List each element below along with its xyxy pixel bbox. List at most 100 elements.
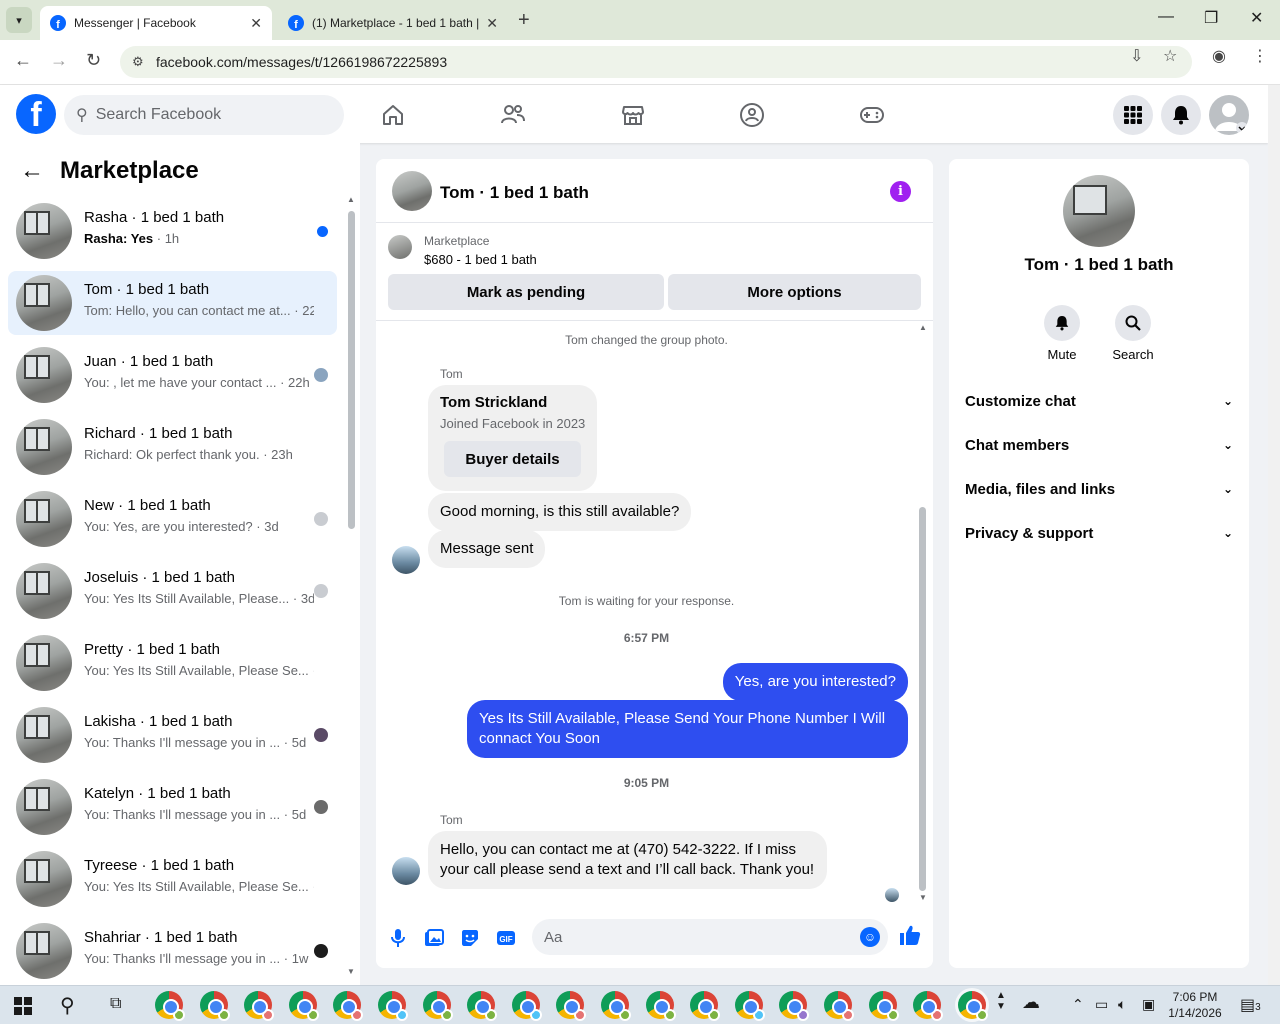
volume-icon[interactable]: 🔈︎ (1118, 996, 1126, 1013)
back-icon[interactable]: ← (14, 50, 32, 71)
sender-avatar[interactable] (392, 857, 420, 885)
mute-button[interactable]: Mute (1032, 305, 1092, 362)
tab-messenger[interactable]: f Messenger | Facebook ✕ (40, 6, 272, 40)
reload-icon[interactable]: ↻ (86, 50, 101, 71)
chrome-taskbar-icon[interactable] (824, 991, 854, 1021)
conversation-item[interactable]: Richard · 1 bed 1 bath Richard: Ok perfec… (8, 415, 337, 479)
scroll-thumb[interactable] (348, 211, 355, 529)
menu-grid-icon[interactable] (1113, 95, 1153, 135)
windows-start-icon[interactable] (14, 997, 32, 1015)
chrome-taskbar-icon[interactable] (378, 991, 408, 1021)
chrome-taskbar-icon[interactable] (511, 991, 542, 1021)
message-input[interactable]: Aa (532, 919, 888, 955)
address-bar[interactable]: ⚙ facebook.com/messages/t/12661986722258… (120, 46, 1192, 78)
chrome-taskbar-icon[interactable] (244, 991, 275, 1021)
chrome-taskbar-icon[interactable] (957, 991, 988, 1021)
listing-avatar[interactable] (392, 171, 432, 211)
chrome-taskbar-icon[interactable] (155, 991, 185, 1021)
scroll-up-arrow-icon[interactable]: ▲ (919, 323, 927, 332)
account-avatar[interactable] (1209, 95, 1249, 135)
conversation-item[interactable]: New · 1 bed 1 bath You: Yes, are you inte… (8, 487, 337, 551)
notification-center-icon[interactable]: ▤3 (1240, 995, 1261, 1015)
conversation-item[interactable]: Tom · 1 bed 1 bath Tom: Hello, you can co… (8, 271, 337, 335)
emoji-icon[interactable]: ☺ (860, 927, 880, 947)
profile-icon[interactable]: ◉ (1212, 46, 1226, 66)
page-scrollbar[interactable] (1268, 85, 1280, 985)
scroll-up-arrow-icon[interactable]: ▲ (347, 195, 355, 204)
thumbs-up-icon[interactable] (899, 924, 921, 952)
tray-expand-icon[interactable]: ⌃ (1072, 996, 1084, 1013)
scroll-thumb[interactable] (919, 507, 926, 891)
gif-icon[interactable]: GIF (496, 928, 516, 948)
home-icon[interactable] (379, 101, 407, 129)
chrome-taskbar-icon[interactable] (333, 991, 364, 1021)
chrome-taskbar-icon[interactable] (199, 991, 230, 1021)
chrome-taskbar-icon[interactable] (601, 991, 631, 1021)
conversation-item[interactable]: Joseluis · 1 bed 1 bath You: Yes Its Stil… (8, 559, 337, 623)
chrome-taskbar-icon[interactable] (288, 991, 319, 1021)
close-window-icon[interactable]: ✕ (1250, 8, 1263, 28)
taskbar-overflow-icon[interactable]: ▲ ▼ (996, 990, 1006, 1012)
conversation-item[interactable]: Rasha · 1 bed 1 bath Rasha: Yes · 1h (8, 199, 337, 263)
chrome-taskbar-icon[interactable] (467, 991, 498, 1021)
listing-avatar-large[interactable] (1063, 175, 1135, 247)
tab-search-button[interactable]: ▾ (6, 7, 32, 33)
tab-close-icon[interactable]: ✕ (250, 15, 262, 32)
back-arrow-icon[interactable]: ← (20, 157, 44, 185)
friends-icon[interactable] (499, 101, 527, 129)
listing-price[interactable]: $680 - 1 bed 1 bath (424, 252, 537, 267)
notifications-bell-icon[interactable] (1161, 95, 1201, 135)
restore-icon[interactable]: ❐ (1204, 8, 1218, 28)
scroll-down-arrow-icon[interactable]: ▼ (919, 893, 927, 902)
forward-icon[interactable]: → (50, 50, 68, 71)
browser-menu-icon[interactable]: ⋮ (1252, 46, 1268, 66)
sticker-icon[interactable] (460, 928, 480, 948)
device-icon[interactable]: ▭ (1095, 996, 1108, 1013)
privacy-support-section[interactable]: Privacy & support ⌄ (965, 521, 1233, 545)
conversation-item[interactable]: Shahriar · 1 bed 1 bath You: Thanks I'll … (8, 919, 337, 983)
marketplace-icon[interactable] (619, 101, 647, 129)
facebook-search-input[interactable]: ⚲ Search Facebook (64, 95, 344, 135)
chrome-taskbar-icon[interactable] (645, 991, 676, 1021)
taskbar-search-icon[interactable]: ⚲ (60, 993, 75, 1018)
customize-chat-section[interactable]: Customize chat ⌄ (965, 389, 1233, 413)
scroll-down-arrow-icon[interactable]: ▼ (347, 967, 355, 976)
chrome-taskbar-icon[interactable] (868, 991, 899, 1021)
media-files-links-section[interactable]: Media, files and links ⌄ (965, 477, 1233, 501)
install-app-icon[interactable]: ⇩ (1130, 46, 1143, 66)
sender-avatar[interactable] (392, 546, 420, 574)
search-in-chat-button[interactable]: Search (1103, 305, 1163, 362)
chat-list-scrollbar[interactable]: ▲ ▼ (346, 195, 356, 976)
bookmark-star-icon[interactable]: ☆ (1163, 46, 1177, 66)
more-options-button[interactable]: More options (668, 274, 921, 310)
tab-close-icon[interactable]: ✕ (486, 15, 498, 32)
chat-members-section[interactable]: Chat members ⌄ (965, 433, 1233, 457)
tab-marketplace[interactable]: f (1) Marketplace - 1 bed 1 bath | ✕ (278, 6, 508, 40)
groups-icon[interactable] (738, 101, 766, 129)
conversation-item[interactable]: Lakisha · 1 bed 1 bath You: Thanks I'll m… (8, 703, 337, 767)
chrome-taskbar-icon[interactable] (779, 991, 810, 1021)
conversation-item[interactable]: Tyreese · 1 bed 1 bath You: Yes Its Still… (8, 847, 337, 911)
gaming-icon[interactable] (858, 101, 886, 129)
facebook-logo-icon[interactable]: f (16, 94, 56, 134)
site-info-icon[interactable]: ⚙ (132, 54, 144, 70)
conversation-item[interactable]: Pretty · 1 bed 1 bath You: Yes Its Still … (8, 631, 337, 695)
task-view-icon[interactable]: ⧉ (110, 995, 121, 1013)
conversation-item[interactable]: Juan · 1 bed 1 bath You: , let me have yo… (8, 343, 337, 407)
chrome-taskbar-icon[interactable] (556, 991, 587, 1021)
chrome-taskbar-icon[interactable] (734, 991, 765, 1021)
chrome-taskbar-icon[interactable] (690, 991, 721, 1021)
minimize-icon[interactable]: — (1158, 8, 1174, 26)
message-scrollbar[interactable]: ▲ ▼ (916, 323, 928, 903)
weather-icon[interactable]: ☁ (1022, 992, 1040, 1013)
chrome-taskbar-icon[interactable] (422, 991, 453, 1021)
listing-thumbnail[interactable] (388, 235, 412, 259)
new-tab-icon[interactable]: + (518, 9, 530, 32)
mark-as-pending-button[interactable]: Mark as pending (388, 274, 664, 310)
conversation-item[interactable]: Katelyn · 1 bed 1 bath You: Thanks I'll m… (8, 775, 337, 839)
conversation-title[interactable]: Tom · 1 bed 1 bath (440, 183, 589, 203)
network-icon[interactable]: ▣ (1142, 996, 1155, 1013)
chrome-taskbar-icon[interactable] (913, 991, 944, 1021)
microphone-icon[interactable] (388, 928, 408, 948)
info-icon[interactable]: i (890, 181, 911, 202)
